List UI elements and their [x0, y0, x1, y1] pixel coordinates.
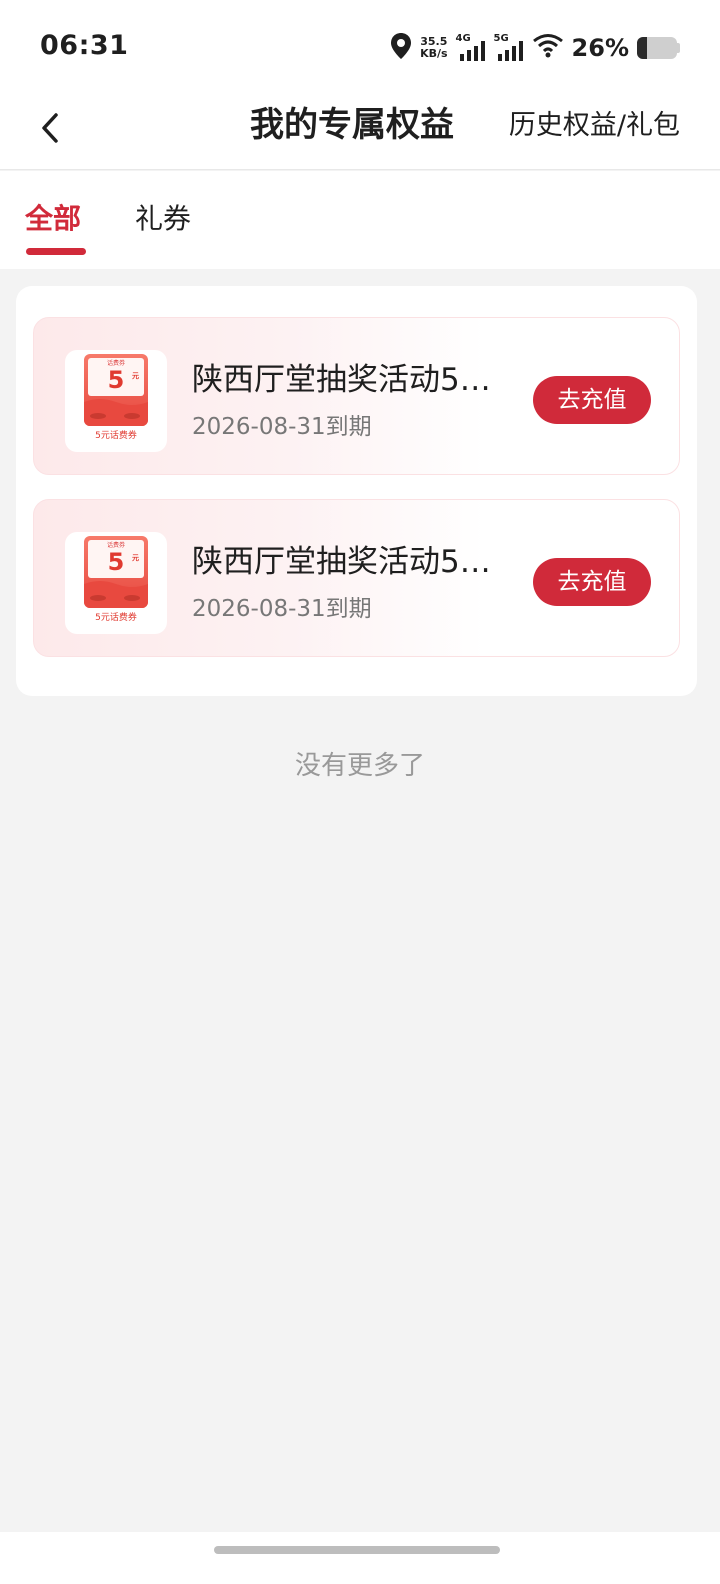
- coupon-title: 陕西厅堂抽奖活动5…: [192, 544, 491, 580]
- network-speed: 35.5 KB/s: [420, 36, 447, 60]
- ticket-value: 5: [107, 548, 125, 576]
- battery-icon: [637, 37, 680, 59]
- recharge-button[interactable]: 去充值: [533, 558, 651, 606]
- recharge-button[interactable]: 去充值: [533, 376, 651, 424]
- battery-body: [637, 37, 677, 59]
- chevron-left-icon: [42, 113, 58, 143]
- history-benefits-link[interactable]: 历史权益/礼包: [509, 108, 680, 144]
- list-item[interactable]: 话费券 5 元 5元话费券 陕西厅堂抽奖活动5… 2026-08-31到期 去充…: [33, 317, 680, 475]
- speed-unit: KB/s: [420, 47, 448, 60]
- phone-credit-ticket-icon: 话费券 5 元: [84, 536, 148, 608]
- page-title: 我的专属权益: [250, 105, 454, 145]
- ticket-caption: 5元话费券: [95, 613, 137, 623]
- page-header: 我的专属权益 历史权益/礼包: [0, 96, 720, 170]
- ticket-wave-decoration: [84, 399, 148, 426]
- tab-coupons[interactable]: 礼券: [135, 199, 191, 239]
- home-indicator[interactable]: [214, 1546, 500, 1554]
- status-bar: 06:31 35.5 KB/s 4G 5G 26%: [0, 0, 720, 96]
- tab-active-indicator: [26, 248, 86, 255]
- ticket-unit: 元: [132, 372, 139, 380]
- coupon-thumbnail: 话费券 5 元 5元话费券: [65, 532, 167, 634]
- signal-bars-icon: [497, 41, 523, 61]
- benefit-list: 话费券 5 元 5元话费券 陕西厅堂抽奖活动5… 2026-08-31到期 去充…: [16, 286, 697, 696]
- status-time: 06:31: [40, 30, 129, 61]
- no-more-text: 没有更多了: [294, 751, 425, 781]
- coupon-expiry: 2026-08-31到期: [192, 596, 372, 622]
- list-item[interactable]: 话费券 5 元 5元话费券 陕西厅堂抽奖活动5… 2026-08-31到期 去充…: [33, 499, 680, 657]
- signal-5g: 5G: [494, 33, 524, 61]
- signal-bars-icon: [459, 41, 485, 61]
- tab-bar: 全部 礼券: [0, 171, 720, 269]
- coupon-expiry: 2026-08-31到期: [192, 414, 372, 440]
- coupon-title: 陕西厅堂抽奖活动5…: [192, 362, 491, 398]
- wifi-icon: [532, 33, 564, 63]
- location-icon: [390, 32, 412, 64]
- status-icons: 35.5 KB/s 4G 5G 26%: [390, 28, 680, 68]
- signal-4g: 4G: [456, 33, 486, 61]
- battery-percent: 26%: [571, 34, 629, 62]
- battery-cap: [677, 43, 680, 53]
- ticket-unit: 元: [132, 554, 139, 562]
- gesture-bar: [0, 1532, 720, 1584]
- coupon-thumbnail: 话费券 5 元 5元话费券: [65, 350, 167, 452]
- tab-all[interactable]: 全部: [25, 199, 81, 239]
- ticket-value: 5: [107, 366, 125, 394]
- phone-credit-ticket-icon: 话费券 5 元: [84, 354, 148, 426]
- ticket-caption: 5元话费券: [95, 431, 137, 441]
- battery-level: [637, 37, 648, 59]
- back-button[interactable]: [26, 104, 74, 152]
- ticket-wave-decoration: [84, 581, 148, 608]
